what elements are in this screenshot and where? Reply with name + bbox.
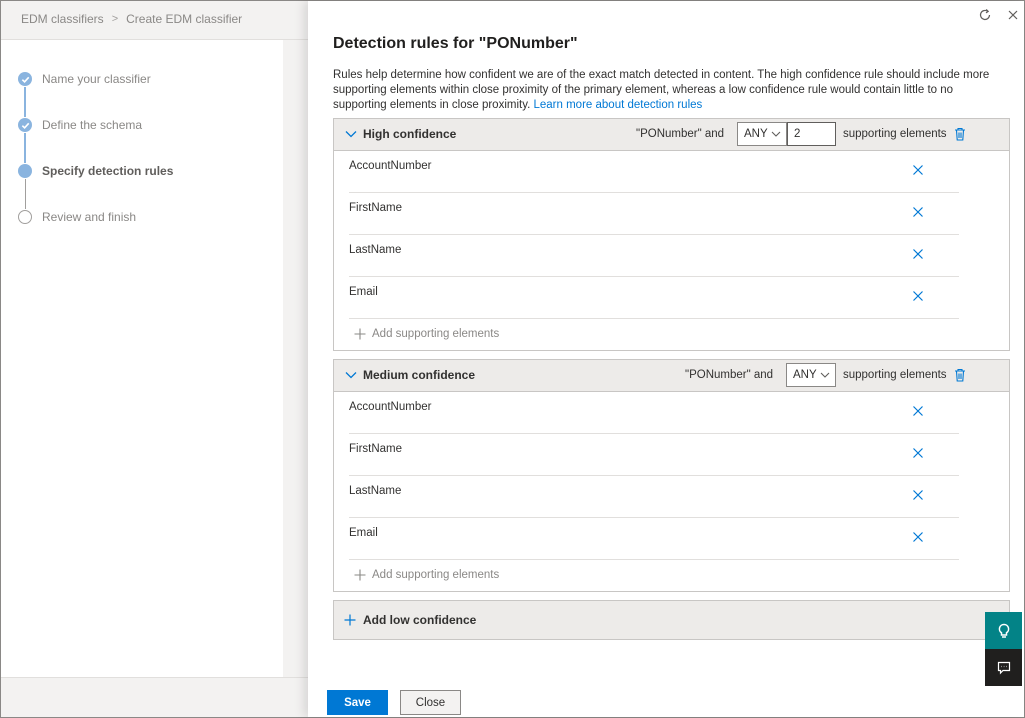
high-confidence-section: High confidence "PONumber" and ANY 2 sup… bbox=[333, 118, 1010, 351]
wizard-step-label: Review and finish bbox=[42, 210, 137, 224]
match-type-select[interactable]: ANY bbox=[786, 363, 836, 387]
check-icon bbox=[18, 72, 32, 86]
add-label: Add supporting elements bbox=[372, 569, 500, 581]
supporting-element-row: Email bbox=[349, 277, 959, 319]
match-type-select[interactable]: ANY bbox=[737, 122, 787, 146]
add-low-label: Add low confidence bbox=[363, 613, 477, 627]
plus-icon bbox=[344, 614, 356, 626]
remove-icon[interactable] bbox=[912, 206, 924, 218]
breadcrumb-root[interactable]: EDM classifiers bbox=[21, 12, 104, 26]
close-icon[interactable] bbox=[1005, 7, 1021, 23]
remove-icon[interactable] bbox=[912, 405, 924, 417]
wizard-step-label: Specify detection rules bbox=[42, 164, 174, 178]
divider bbox=[1, 677, 308, 678]
element-name: AccountNumber bbox=[349, 401, 432, 413]
wizard-step-detection-rules: Specify detection rules bbox=[18, 163, 173, 179]
medium-confidence-section: Medium confidence "PONumber" and ANY sup… bbox=[333, 359, 1010, 592]
input-value: 2 bbox=[794, 128, 801, 140]
step-connector bbox=[25, 179, 26, 209]
wizard-step-review-finish: Review and finish bbox=[18, 209, 136, 225]
current-step-icon bbox=[18, 164, 32, 178]
chevron-down-icon bbox=[771, 131, 781, 137]
wizard-step-label: Name your classifier bbox=[42, 72, 151, 86]
element-name: LastName bbox=[349, 244, 402, 256]
feedback-icon bbox=[997, 661, 1010, 674]
element-name: Email bbox=[349, 527, 378, 539]
remove-icon[interactable] bbox=[912, 447, 924, 459]
remove-icon[interactable] bbox=[912, 290, 924, 302]
select-value: ANY bbox=[793, 369, 817, 381]
panel-description: Rules help determine how confident we ar… bbox=[333, 68, 1005, 113]
step-connector bbox=[24, 87, 26, 117]
element-name: LastName bbox=[349, 485, 402, 497]
element-name: AccountNumber bbox=[349, 160, 432, 172]
breadcrumb: EDM classifiers > Create EDM classifier bbox=[21, 11, 242, 27]
supporting-element-row: FirstName bbox=[349, 193, 959, 235]
close-button[interactable]: Close bbox=[400, 690, 461, 715]
add-label: Add supporting elements bbox=[372, 328, 500, 340]
refresh-icon[interactable] bbox=[977, 7, 993, 23]
chevron-down-icon[interactable] bbox=[345, 129, 357, 139]
wizard-step-name-classifier: Name your classifier bbox=[18, 71, 151, 87]
supporting-element-row: FirstName bbox=[349, 434, 959, 476]
supporting-element-row: AccountNumber bbox=[349, 392, 959, 434]
panel-title: Detection rules for "PONumber" bbox=[333, 35, 578, 52]
save-button[interactable]: Save bbox=[327, 690, 388, 715]
chevron-down-icon[interactable] bbox=[345, 370, 357, 380]
section-title: Medium confidence bbox=[363, 368, 476, 382]
element-name: Email bbox=[349, 286, 378, 298]
supporting-element-row: Email bbox=[349, 518, 959, 560]
add-supporting-elements-button[interactable]: Add supporting elements bbox=[334, 560, 1009, 590]
wizard-step-define-schema: Define the schema bbox=[18, 117, 142, 133]
add-supporting-elements-button[interactable]: Add supporting elements bbox=[334, 319, 1009, 349]
step-connector bbox=[24, 133, 26, 163]
wizard-background: EDM classifiers > Create EDM classifier … bbox=[1, 1, 308, 717]
supporting-elements-label: supporting elements bbox=[843, 128, 947, 140]
breadcrumb-current: Create EDM classifier bbox=[126, 12, 243, 26]
element-name: FirstName bbox=[349, 202, 403, 214]
remove-icon[interactable] bbox=[912, 248, 924, 260]
element-count-input[interactable]: 2 bbox=[787, 122, 836, 146]
wizard-steps-panel: Name your classifier Define the schema S… bbox=[1, 40, 283, 677]
supporting-element-row: AccountNumber bbox=[349, 151, 959, 193]
help-widget[interactable] bbox=[985, 612, 1022, 649]
delete-icon[interactable] bbox=[954, 368, 966, 382]
supporting-element-row: LastName bbox=[349, 235, 959, 277]
add-low-confidence-button[interactable]: Add low confidence bbox=[333, 600, 1010, 640]
high-confidence-header[interactable]: High confidence "PONumber" and ANY 2 sup… bbox=[334, 119, 1009, 151]
feedback-widget[interactable] bbox=[985, 649, 1022, 686]
remove-icon[interactable] bbox=[912, 164, 924, 176]
breadcrumb-separator: > bbox=[111, 13, 119, 25]
lightbulb-icon bbox=[998, 623, 1009, 638]
plus-icon bbox=[354, 569, 366, 581]
chevron-down-icon bbox=[820, 372, 830, 378]
select-value: ANY bbox=[744, 128, 768, 140]
delete-icon[interactable] bbox=[954, 127, 966, 141]
remove-icon[interactable] bbox=[912, 489, 924, 501]
section-title: High confidence bbox=[363, 127, 457, 141]
learn-more-link[interactable]: Learn more about detection rules bbox=[534, 99, 703, 111]
remove-icon[interactable] bbox=[912, 531, 924, 543]
plus-icon bbox=[354, 328, 366, 340]
supporting-elements-label: supporting elements bbox=[843, 369, 947, 381]
medium-confidence-header[interactable]: Medium confidence "PONumber" and ANY sup… bbox=[334, 360, 1009, 392]
pending-step-icon bbox=[18, 210, 32, 224]
check-icon bbox=[18, 118, 32, 132]
detection-rules-panel: Detection rules for "PONumber" Rules hel… bbox=[308, 1, 1024, 717]
element-name: FirstName bbox=[349, 443, 403, 455]
primary-element-label: "PONumber" and bbox=[685, 369, 774, 381]
supporting-element-row: LastName bbox=[349, 476, 959, 518]
primary-element-label: "PONumber" and bbox=[636, 128, 725, 140]
wizard-step-label: Define the schema bbox=[42, 118, 143, 132]
